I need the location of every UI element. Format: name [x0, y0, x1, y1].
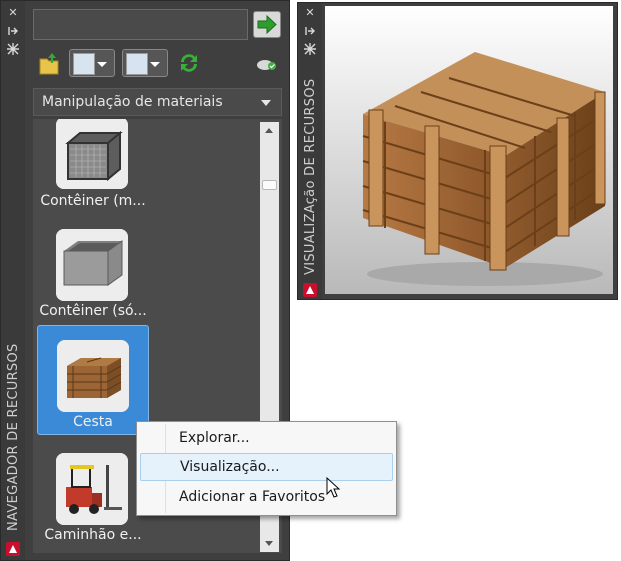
category-label: Manipulação de materiais: [42, 94, 223, 110]
properties-icon[interactable]: [304, 43, 316, 55]
asset-label: Cesta: [73, 414, 113, 430]
cloud-sync-button[interactable]: [254, 49, 280, 77]
asset-thumbnail: [56, 453, 128, 525]
close-icon[interactable]: ✕: [304, 7, 316, 19]
autohide-icon[interactable]: [304, 25, 316, 37]
refresh-icon: [181, 54, 197, 72]
scroll-down-icon[interactable]: [265, 541, 273, 546]
mouse-cursor-icon: [326, 477, 340, 498]
list-view-dropdown[interactable]: [69, 49, 115, 77]
category-dropdown[interactable]: Manipulação de materiais: [33, 88, 282, 116]
asset-thumbnail: [56, 119, 128, 189]
properties-icon[interactable]: [7, 43, 19, 55]
navigator-titlebar[interactable]: ✕ NAVEGADOR DE RECURSOS: [1, 1, 25, 560]
close-icon[interactable]: ✕: [7, 7, 19, 19]
asset-thumbnail: [56, 229, 128, 301]
search-go-button[interactable]: [253, 11, 281, 38]
menu-item-visualizacao[interactable]: Visualização...: [140, 453, 393, 481]
asset-item-conteiner-malha[interactable]: Contêiner (m...: [37, 119, 149, 225]
crate-preview-image: [362, 52, 606, 286]
asset-label: Caminhão e...: [44, 527, 142, 543]
context-menu: Explorar... Visualização... Adicionar a …: [136, 421, 397, 516]
asset-item-conteiner-solido[interactable]: Contêiner (só...: [37, 225, 149, 335]
autohide-icon[interactable]: [7, 25, 19, 37]
asset-thumbnail: [57, 340, 129, 412]
search-input[interactable]: [33, 9, 248, 40]
folder-up-icon: [39, 53, 59, 75]
folder-up-button[interactable]: [37, 49, 61, 77]
arrow-right-icon: [257, 14, 277, 35]
asset-item-cesta[interactable]: Cesta: [37, 325, 149, 435]
refresh-button[interactable]: [176, 49, 202, 77]
preview-title: VISUALIZAção DE RECURSOS: [303, 78, 318, 275]
scrollbar-thumb[interactable]: [262, 180, 277, 190]
chevron-down-icon: [261, 100, 271, 106]
navigator-title: NAVEGADOR DE RECURSOS: [6, 343, 21, 531]
asset-item-caminhao[interactable]: Caminhão e...: [37, 449, 149, 553]
asset-preview-palette: ✕ VISUALIZAção DE RECURSOS: [297, 2, 618, 300]
menu-item-explorar[interactable]: Explorar...: [140, 424, 393, 452]
autocad-logo-icon: [6, 542, 20, 556]
scroll-up-icon[interactable]: [265, 128, 273, 133]
menu-item-adicionar-favoritos[interactable]: Adicionar a Favoritos: [140, 483, 393, 511]
preview-viewport: [325, 6, 613, 294]
thumbnail-view-icon: [126, 53, 148, 75]
list-view-icon: [73, 53, 95, 75]
preview-titlebar[interactable]: ✕ VISUALIZAção DE RECURSOS: [298, 3, 322, 299]
asset-label: Contêiner (m...: [40, 193, 146, 209]
thumbnail-view-dropdown[interactable]: [122, 49, 168, 77]
asset-label: Contêiner (só...: [39, 303, 147, 319]
autocad-logo-icon: [303, 283, 317, 297]
cloud-sync-icon: [257, 60, 276, 70]
